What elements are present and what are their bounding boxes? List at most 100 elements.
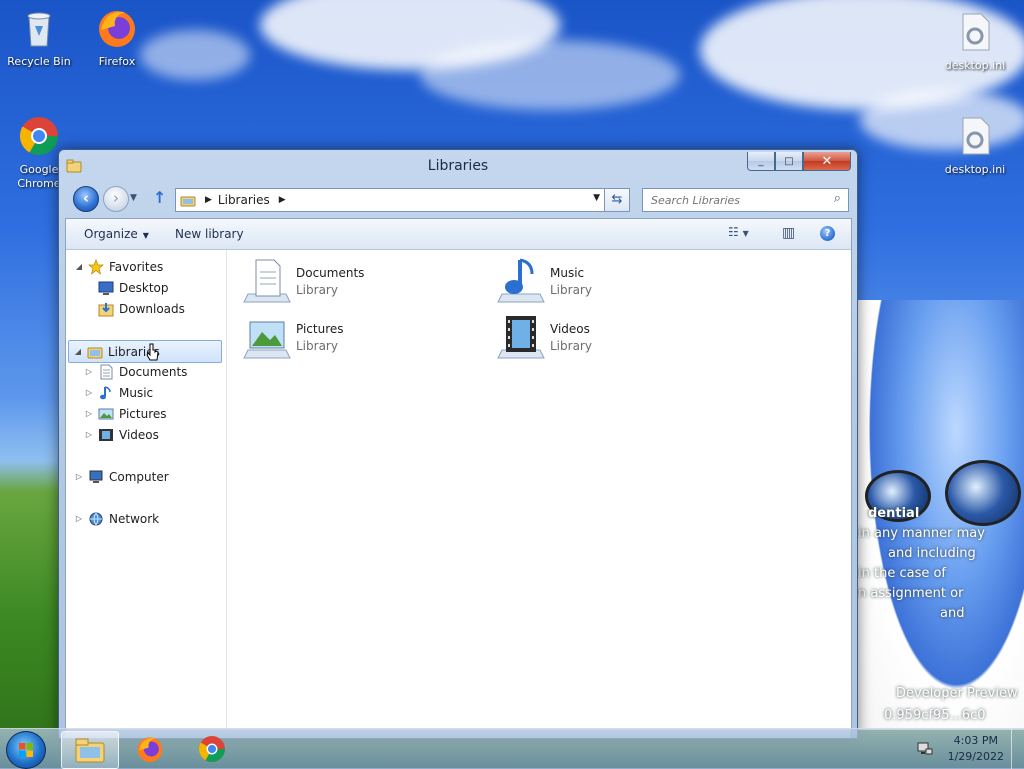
wallpaper-text: 0.959cf95...6c0 [884,708,986,723]
title-bar[interactable]: Libraries _ □ ✕ [59,150,857,182]
tree-item-label: Videos [119,427,159,442]
tree-item-network[interactable]: ▷ Network [74,508,159,529]
desktop-icon-label: Recycle Bin [7,55,71,68]
clock-date: 1/29/2022 [947,750,1004,763]
settings-file-icon [962,117,990,155]
libraries-icon [87,347,103,358]
search-input[interactable] [649,192,823,208]
change-view-button[interactable]: ☷ ▼ [728,225,749,243]
tile-text: Documents Library [296,266,364,297]
collapse-icon[interactable]: ◢ [73,347,83,356]
tile-name: Pictures [296,321,344,336]
desktop-icon-recycle-bin[interactable]: Recycle Bin [1,6,77,69]
tree-item-pictures[interactable]: ▷ Pictures [84,403,167,424]
search-box[interactable]: ⌕ [642,188,849,212]
tile-type: Library [550,282,592,297]
tree-item-label: Favorites [109,259,164,274]
music-icon [100,385,111,399]
tree-item-downloads[interactable]: Downloads [84,298,185,319]
content-area: Organize ▼ New library ☷ ▼ ▥ ? ◢ Favorite… [65,218,852,732]
new-library-button[interactable]: New library [175,227,244,241]
tree-item-label: Network [109,511,160,526]
pictures-library-icon [243,321,291,359]
downloads-icon [98,302,114,316]
mouse-pointer-icon [146,343,159,361]
show-desktop-button[interactable] [1011,729,1024,769]
tile-type: Library [550,338,592,353]
library-tile-music[interactable]: Music Library [496,256,736,306]
refresh-button[interactable]: ⇆ [604,188,630,212]
desktop-icon-desktop-ini[interactable]: desktop.ini [937,10,1013,73]
tree-item-label: Documents [119,364,188,379]
start-button[interactable] [6,731,46,769]
command-bar: Organize ▼ New library ☷ ▼ ▥ ? [66,219,851,250]
desktop-icon-label: desktop.ini [944,59,1006,72]
search-icon[interactable]: ⌕ [834,191,841,206]
tree-item-desktop[interactable]: Desktop [84,277,169,298]
desktop-icon-firefox[interactable]: Firefox [79,6,155,69]
collapse-icon[interactable]: ◢ [74,262,84,271]
up-button[interactable]: ↑ [153,190,166,206]
network-icon [89,512,103,525]
expand-icon[interactable]: ▷ [84,388,94,397]
network-status-icon[interactable] [916,741,934,757]
tree-item-music[interactable]: ▷ Music [84,382,153,403]
minimize-button[interactable]: _ [747,152,775,171]
chrome-icon [199,736,225,762]
library-tile-pictures[interactable]: Pictures Library [242,312,482,362]
tree-item-favorites[interactable]: ◢ Favorites [74,256,163,277]
tile-type: Library [296,282,338,297]
caption-buttons: _ □ ✕ [747,152,851,171]
maximize-button[interactable]: □ [775,152,803,171]
tree-item-label: Pictures [119,406,167,421]
tile-name: Music [550,265,585,280]
tree-item-label: Music [119,385,154,400]
desktop-icon-desktop-ini[interactable]: desktop.ini [937,114,1013,177]
videos-icon [99,428,113,441]
address-bar[interactable]: ▶ Libraries ▶ ▼ [175,188,605,212]
preview-pane-button[interactable]: ▥ [782,225,795,243]
windows-logo-icon [19,743,33,757]
tree-item-videos[interactable]: ▷ Videos [84,424,159,445]
forward-button[interactable]: › [103,186,129,212]
firefox-icon [137,737,163,762]
settings-file-icon [962,13,990,51]
navigation-pane: ◢ Favorites Desktop Downloads ◢ Librarie… [66,250,227,730]
tree-item-label: Downloads [119,301,185,316]
expand-icon[interactable]: ▷ [84,430,94,439]
taskbar-explorer-button[interactable] [61,731,119,769]
close-button[interactable]: ✕ [803,152,851,171]
videos-library-icon [497,316,545,359]
library-tile-documents[interactable]: Documents Library [242,256,482,306]
star-icon [88,258,104,275]
breadcrumb-separator[interactable]: ▶ [205,195,212,205]
organize-menu[interactable]: Organize ▼ [84,227,149,241]
explorer-window[interactable]: Libraries _ □ ✕ ‹ › ▼ ↑ ▶ Libraries ▶ ▼ … [58,149,858,739]
chrome-icon [19,117,59,156]
tile-name: Videos [550,321,590,336]
libraries-icon [180,196,196,206]
tree-item-documents[interactable]: ▷ Documents [84,361,187,382]
window-title: Libraries [427,158,489,174]
expand-icon[interactable]: ▷ [74,514,84,523]
tile-text: Pictures Library [296,322,344,353]
tree-item-libraries[interactable]: ◢ Libraries [68,340,222,363]
library-tile-videos[interactable]: Videos Library [496,312,736,362]
clock[interactable]: 4:03 PM 1/29/2022 [948,733,1004,765]
wallpaper-text: in the case of [858,566,946,581]
address-dropdown-arrow[interactable]: ▼ [593,193,600,203]
breadcrumb-separator[interactable]: ▶ [279,195,286,205]
recent-pages-dropdown[interactable]: ▼ [130,193,137,203]
help-button[interactable]: ? [820,226,835,241]
wallpaper-text: n assignment or [858,586,964,601]
back-button[interactable]: ‹ [73,186,99,212]
tile-text: Music Library [550,266,592,297]
breadcrumb-libraries[interactable]: Libraries [218,193,270,207]
taskbar-chrome-button[interactable] [184,731,240,767]
expand-icon[interactable]: ▷ [84,409,94,418]
expand-icon[interactable]: ▷ [84,367,94,376]
tile-type: Library [296,338,338,353]
tree-item-computer[interactable]: ▷ Computer [74,466,169,487]
expand-icon[interactable]: ▷ [74,472,84,481]
taskbar-firefox-button[interactable] [122,731,178,767]
